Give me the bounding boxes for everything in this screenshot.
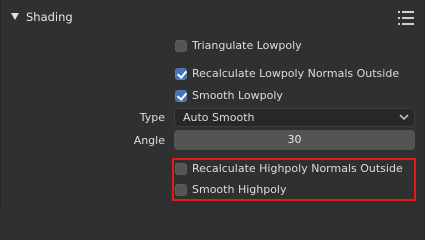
- angle-label: Angle: [133, 134, 165, 147]
- recalc-lowpoly-normals-checkbox[interactable]: [175, 68, 188, 80]
- option-triangulate-lowpoly[interactable]: Triangulate Lowpoly: [0, 36, 425, 56]
- checkmark-icon: [176, 68, 188, 79]
- triangulate-lowpoly-label: Triangulate Lowpoly: [192, 39, 302, 52]
- drag-handle-icon[interactable]: [398, 11, 414, 25]
- chevron-down-icon: [399, 114, 409, 121]
- type-dropdown-value: Auto Smooth: [183, 111, 255, 124]
- type-dropdown[interactable]: Auto Smooth: [174, 108, 415, 127]
- recalc-lowpoly-normals-label: Recalculate Lowpoly Normals Outside: [192, 67, 400, 80]
- smooth-lowpoly-label: Smooth Lowpoly: [192, 89, 283, 102]
- panel-header[interactable]: Shading: [0, 0, 425, 34]
- shading-panel: Shading Triangulate Lowpoly Recalculate …: [0, 0, 425, 210]
- smooth-lowpoly-checkbox[interactable]: [175, 90, 188, 102]
- option-smooth-lowpoly[interactable]: Smooth Lowpoly: [0, 86, 425, 106]
- angle-value: 30: [287, 133, 302, 146]
- type-label: Type: [139, 111, 165, 124]
- option-recalc-lowpoly-normals[interactable]: Recalculate Lowpoly Normals Outside: [0, 64, 425, 84]
- panel-title: Shading: [26, 10, 73, 24]
- triangulate-lowpoly-checkbox[interactable]: [175, 40, 187, 52]
- checkmark-icon: [176, 90, 188, 101]
- chevron-down-icon[interactable]: [11, 13, 19, 20]
- highlight-box: [172, 158, 416, 201]
- angle-number-field[interactable]: 30: [174, 130, 415, 150]
